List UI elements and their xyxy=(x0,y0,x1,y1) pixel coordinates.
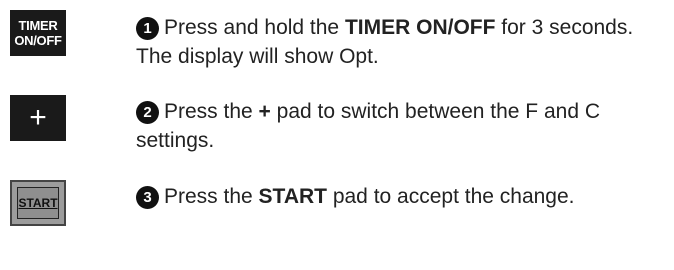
start-key-face: START xyxy=(17,187,59,219)
step-1-text-before: Press and hold the xyxy=(164,16,345,39)
plus-key: + xyxy=(10,95,66,141)
step-number-3: 3 xyxy=(136,186,159,209)
step-3-text-after: pad to accept the change. xyxy=(326,185,575,208)
start-key: START xyxy=(10,180,66,226)
plus-key-label: + xyxy=(29,101,47,134)
instruction-step-1: 1 Press and hold the TIMER ON/OFF for 3 s… xyxy=(136,13,666,71)
step-3-bold-text: START xyxy=(258,185,327,208)
timer-on-off-key: TIMER ON/OFF xyxy=(10,10,66,56)
step-2-bold-text: + xyxy=(258,100,271,123)
step-3-text-before: Press the xyxy=(164,185,259,208)
instruction-step-3: 3 Press the START pad to accept the chang… xyxy=(136,182,666,211)
start-key-label: START xyxy=(18,196,58,210)
timer-key-label-line2: ON/OFF xyxy=(14,33,62,48)
step-1-bold-text: TIMER ON/OFF xyxy=(344,16,496,39)
step-number-2: 2 xyxy=(136,101,159,124)
instruction-step-2: 2 Press the + pad to switch between the F… xyxy=(136,97,666,155)
timer-key-label-line1: TIMER xyxy=(18,18,58,33)
step-2-text-before: Press the xyxy=(164,100,259,123)
step-number-1: 1 xyxy=(136,17,159,40)
